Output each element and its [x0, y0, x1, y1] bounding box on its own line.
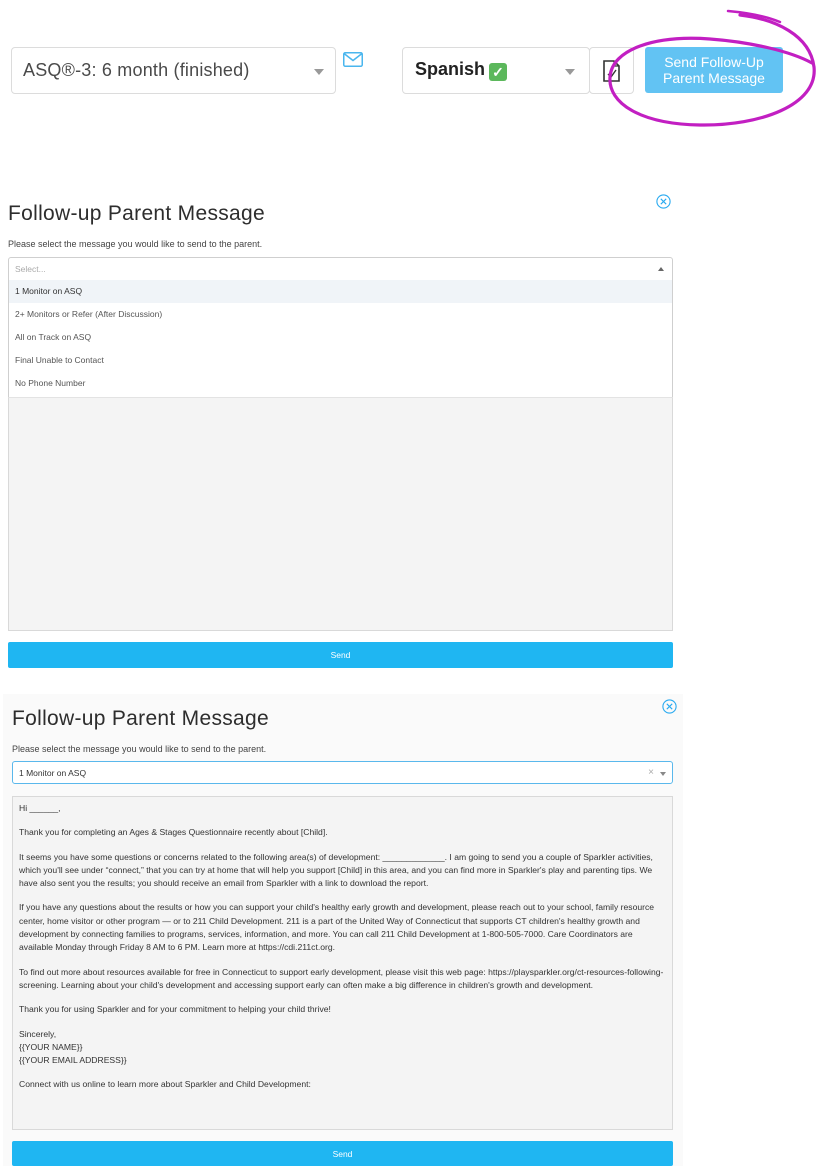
chevron-down-icon: [314, 69, 324, 75]
modal-title: Follow-up Parent Message: [12, 707, 269, 730]
send-follow-up-parent-message-button[interactable]: Send Follow-Up Parent Message: [645, 47, 783, 93]
message-body: Hi ______, Thank you for completing an A…: [19, 802, 666, 1103]
message-paragraph: Hi ______,: [19, 803, 61, 813]
message-paragraph: Thank you for using Sparkler and for you…: [19, 1004, 331, 1015]
dropdown-option[interactable]: All on Track on ASQ: [9, 326, 672, 349]
close-icon[interactable]: [662, 699, 677, 714]
message-paragraph: To find out more about resources availab…: [19, 966, 664, 990]
language-select-value: Spanish ✓: [415, 59, 508, 81]
chevron-up-icon: [658, 267, 664, 271]
modal-title: Follow-up Parent Message: [8, 202, 265, 225]
message-type-dropdown[interactable]: Select... 1 Monitor on ASQ 2+ Monitors o…: [8, 257, 673, 631]
dropdown-option[interactable]: 1 Monitor on ASQ: [9, 280, 672, 303]
language-label: Spanish: [415, 59, 486, 79]
clear-icon[interactable]: ×: [648, 767, 654, 778]
dropdown-option[interactable]: 2+ Monitors or Refer (After Discussion): [9, 303, 672, 326]
dropdown-option[interactable]: No Phone Number: [9, 372, 672, 395]
assessment-select[interactable]: ASQ®-3: 6 month (finished): [11, 47, 336, 94]
message-textarea[interactable]: Hi ______, Thank you for completing an A…: [12, 796, 673, 1130]
signoff: Sincerely,: [19, 1028, 57, 1039]
modal-instruction: Please select the message you would like…: [12, 744, 267, 754]
send-button[interactable]: Send: [8, 642, 673, 668]
close-icon[interactable]: [656, 194, 671, 209]
document-icon: [603, 60, 620, 82]
signature-email: {{YOUR EMAIL ADDRESS}}: [19, 1055, 127, 1066]
signature-name: {{YOUR NAME}}: [19, 1041, 83, 1052]
message-paragraph: Thank you for completing an Ages & Stage…: [19, 827, 328, 838]
modal-instruction: Please select the message you would like…: [8, 239, 263, 249]
message-paragraph: If you have any questions about the resu…: [19, 902, 655, 953]
message-textarea[interactable]: [8, 397, 673, 631]
selected-value: 1 Monitor on ASQ: [19, 768, 87, 778]
envelope-icon[interactable]: [343, 52, 363, 67]
language-select[interactable]: Spanish ✓: [402, 47, 590, 94]
select-placeholder[interactable]: Select...: [9, 258, 672, 281]
message-paragraph: Connect with us online to learn more abo…: [19, 1079, 311, 1090]
chevron-down-icon: [660, 772, 666, 776]
assessment-select-value: ASQ®-3: 6 month (finished): [23, 60, 250, 80]
chevron-down-icon: [565, 69, 575, 75]
check-mark-icon: ✓: [489, 63, 508, 81]
download-report-button[interactable]: [589, 47, 634, 94]
send-button[interactable]: Send: [12, 1141, 673, 1166]
message-type-select[interactable]: 1 Monitor on ASQ ×: [12, 761, 673, 784]
dropdown-option[interactable]: Final Unable to Contact: [9, 349, 672, 372]
message-paragraph: It seems you have some questions or conc…: [19, 851, 653, 889]
